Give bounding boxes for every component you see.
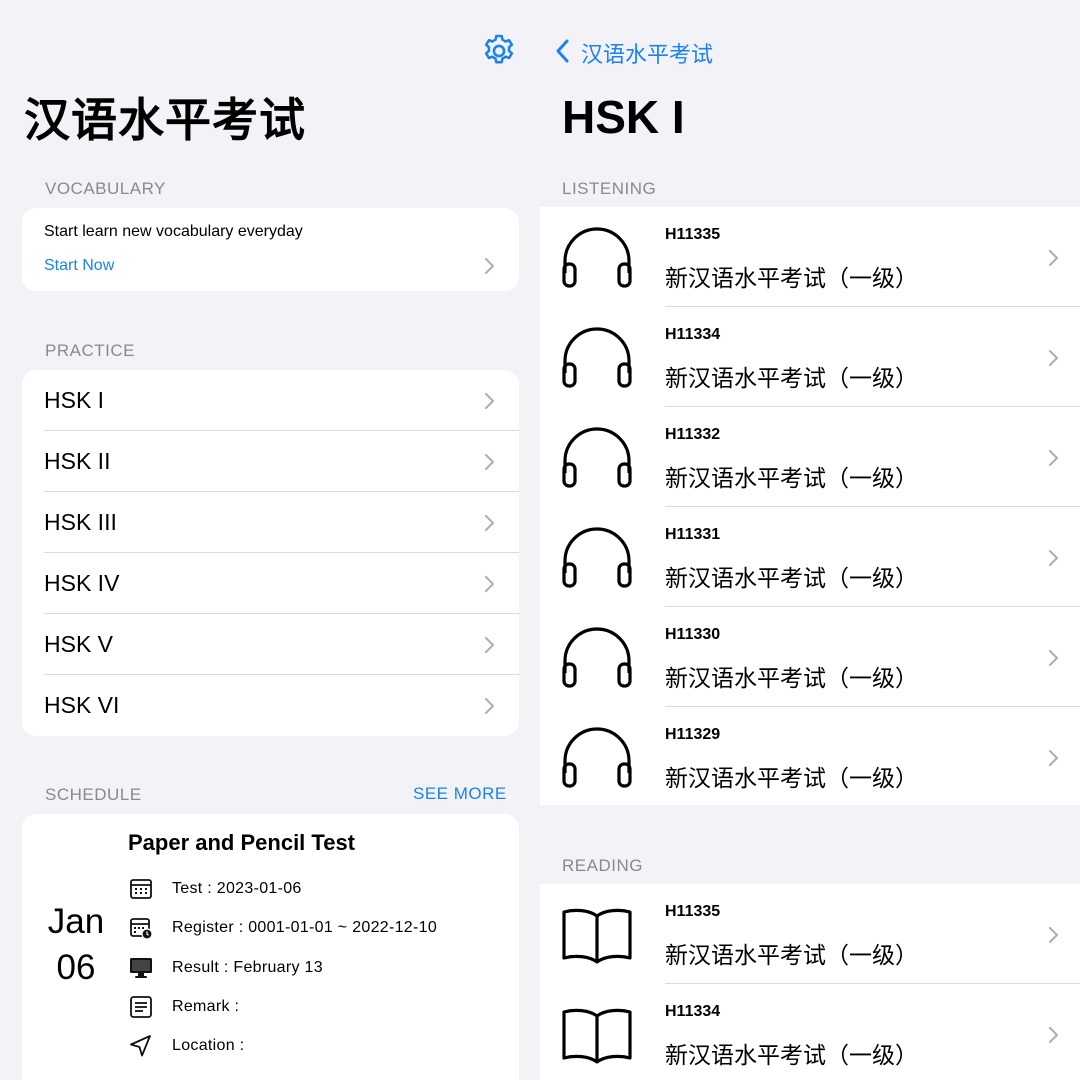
schedule-card[interactable]: Jan 06 Paper and Pencil Test Test : 2023… bbox=[22, 814, 519, 1080]
reading-item[interactable]: H11334 新汉语水平考试（一级） bbox=[540, 984, 1080, 1080]
practice-item-hsk-6[interactable]: HSK VI bbox=[44, 675, 519, 736]
schedule-location: Location : bbox=[172, 1037, 245, 1054]
chevron-right-icon bbox=[484, 453, 495, 471]
practice-item-hsk-1[interactable]: HSK I bbox=[44, 370, 519, 431]
listening-item[interactable]: H11334 新汉语水平考试（一级） bbox=[540, 307, 1080, 407]
listening-list: H11335 新汉语水平考试（一级） H11334 新汉语水平考试（一级） H1… bbox=[540, 207, 1080, 805]
chevron-right-icon bbox=[1048, 449, 1059, 467]
exam-name: 新汉语水平考试（一级） bbox=[665, 566, 918, 592]
exam-code: H11335 bbox=[665, 903, 721, 920]
start-now-link[interactable]: Start Now bbox=[44, 257, 114, 275]
practice-list: HSK I HSK II HSK III HSK IV HSK V HSK VI bbox=[22, 370, 519, 736]
open-book-icon bbox=[562, 1008, 632, 1064]
chevron-right-icon bbox=[1048, 926, 1059, 944]
practice-item-hsk-2[interactable]: HSK II bbox=[44, 431, 519, 492]
listening-section-header: LISTENING bbox=[562, 179, 657, 198]
chevron-right-icon bbox=[1048, 749, 1059, 767]
exam-code: H11330 bbox=[665, 626, 721, 643]
schedule-remark: Remark : bbox=[172, 998, 240, 1015]
listening-item[interactable]: H11331 新汉语水平考试（一级） bbox=[540, 507, 1080, 607]
practice-item-label: HSK I bbox=[44, 387, 105, 413]
schedule-result-date: Result : February 13 bbox=[172, 959, 323, 976]
headphones-icon bbox=[562, 727, 632, 788]
see-more-link[interactable]: SEE MORE bbox=[413, 784, 507, 804]
chevron-right-icon bbox=[484, 514, 495, 532]
exam-name: 新汉语水平考试（一级） bbox=[665, 366, 918, 392]
exam-code: H11329 bbox=[665, 726, 721, 743]
chevron-right-icon bbox=[484, 575, 495, 593]
practice-item-hsk-4[interactable]: HSK IV bbox=[44, 553, 519, 614]
practice-item-label: HSK VI bbox=[44, 692, 120, 718]
schedule-register-period: Register : 0001-01-01 ~ 2022-12-10 bbox=[172, 919, 438, 936]
chevron-right-icon bbox=[484, 257, 495, 275]
practice-item-hsk-3[interactable]: HSK III bbox=[44, 492, 519, 553]
open-book-icon bbox=[562, 908, 632, 964]
schedule-test-date: Test : 2023-01-06 bbox=[172, 880, 302, 897]
schedule-title: Paper and Pencil Test bbox=[128, 830, 356, 855]
listening-item[interactable]: H11335 新汉语水平考试（一级） bbox=[540, 207, 1080, 307]
exam-name: 新汉语水平考试（一级） bbox=[665, 666, 918, 692]
practice-item-label: HSK IV bbox=[44, 570, 120, 596]
headphones-icon bbox=[562, 327, 632, 388]
schedule-section-header: SCHEDULE bbox=[45, 785, 142, 804]
hsk-detail-pane: 汉语水平考试 HSK I LISTENING H11335 新汉语水平考试（一级… bbox=[540, 0, 1080, 1080]
exam-name: 新汉语水平考试（一级） bbox=[665, 466, 918, 492]
reading-item[interactable]: H11335 新汉语水平考试（一级） bbox=[540, 884, 1080, 984]
page-title: HSK I bbox=[562, 91, 685, 143]
back-button[interactable]: 汉语水平考试 bbox=[581, 37, 713, 69]
exam-code: H11334 bbox=[665, 326, 721, 343]
exam-name: 新汉语水平考试（一级） bbox=[665, 266, 918, 292]
exam-code: H11331 bbox=[665, 526, 721, 543]
headphones-icon bbox=[562, 627, 632, 688]
chevron-right-icon bbox=[484, 636, 495, 654]
vocabulary-card[interactable]: Start learn new vocabulary everyday Star… bbox=[22, 208, 519, 291]
chevron-right-icon bbox=[1048, 349, 1059, 367]
reading-section-header: READING bbox=[562, 856, 643, 875]
note-icon bbox=[130, 996, 152, 1018]
schedule-day: 06 bbox=[56, 948, 96, 987]
headphones-icon bbox=[562, 427, 632, 488]
vocabulary-description: Start learn new vocabulary everyday bbox=[44, 223, 303, 240]
main-menu-pane: 汉语水平考试 VOCABULARY Start learn new vocabu… bbox=[0, 0, 540, 1080]
practice-item-hsk-5[interactable]: HSK V bbox=[44, 614, 519, 675]
calendar-icon bbox=[130, 879, 152, 899]
headphones-icon bbox=[562, 527, 632, 588]
chevron-right-icon bbox=[1048, 249, 1059, 267]
exam-code: H11335 bbox=[665, 226, 721, 243]
reading-list: H11335 新汉语水平考试（一级） H11334 新汉语水平考试（一级） bbox=[540, 884, 1080, 1080]
practice-item-label: HSK V bbox=[44, 631, 114, 657]
back-chevron-icon[interactable] bbox=[554, 38, 570, 64]
schedule-month: Jan bbox=[47, 902, 105, 941]
exam-code: H11334 bbox=[665, 1003, 721, 1020]
listening-item[interactable]: H11330 新汉语水平考试（一级） bbox=[540, 607, 1080, 707]
headphones-icon bbox=[562, 227, 632, 288]
listening-item[interactable]: H11332 新汉语水平考试（一级） bbox=[540, 407, 1080, 507]
practice-item-label: HSK II bbox=[44, 448, 111, 474]
listening-item[interactable]: H11329 新汉语水平考试（一级） bbox=[540, 707, 1080, 807]
practice-section-header: PRACTICE bbox=[45, 341, 135, 360]
practice-item-label: HSK III bbox=[44, 509, 117, 535]
gear-icon[interactable] bbox=[480, 32, 518, 70]
chevron-right-icon bbox=[1048, 549, 1059, 567]
location-arrow-icon bbox=[130, 1035, 151, 1057]
chevron-right-icon bbox=[1048, 1026, 1059, 1044]
exam-name: 新汉语水平考试（一级） bbox=[665, 766, 918, 792]
page-title: 汉语水平考试 bbox=[24, 93, 306, 147]
vocabulary-section-header: VOCABULARY bbox=[45, 179, 166, 198]
exam-name: 新汉语水平考试（一级） bbox=[665, 943, 918, 969]
monitor-icon bbox=[130, 958, 152, 978]
chevron-right-icon bbox=[484, 392, 495, 410]
calendar-clock-icon bbox=[130, 918, 153, 940]
chevron-right-icon bbox=[1048, 649, 1059, 667]
exam-code: H11332 bbox=[665, 426, 721, 443]
exam-name: 新汉语水平考试（一级） bbox=[665, 1043, 918, 1069]
chevron-right-icon bbox=[484, 697, 495, 715]
